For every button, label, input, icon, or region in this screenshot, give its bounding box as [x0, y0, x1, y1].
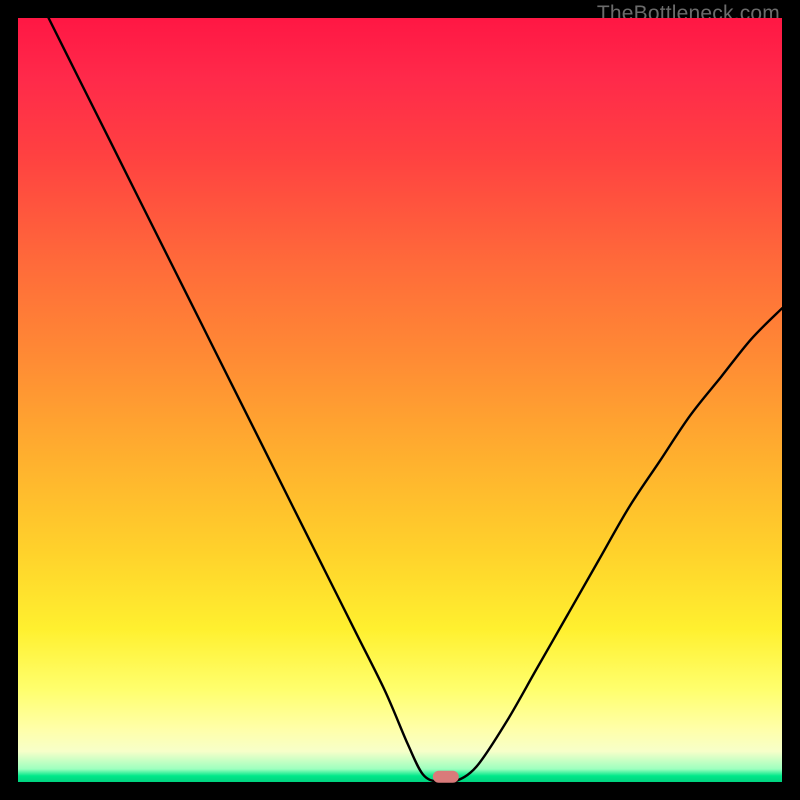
optimum-marker: [433, 771, 459, 783]
bottleneck-curve: [18, 18, 782, 782]
chart-frame: TheBottleneck.com: [0, 0, 800, 800]
plot-area: [18, 18, 782, 782]
curve-path: [49, 18, 782, 783]
